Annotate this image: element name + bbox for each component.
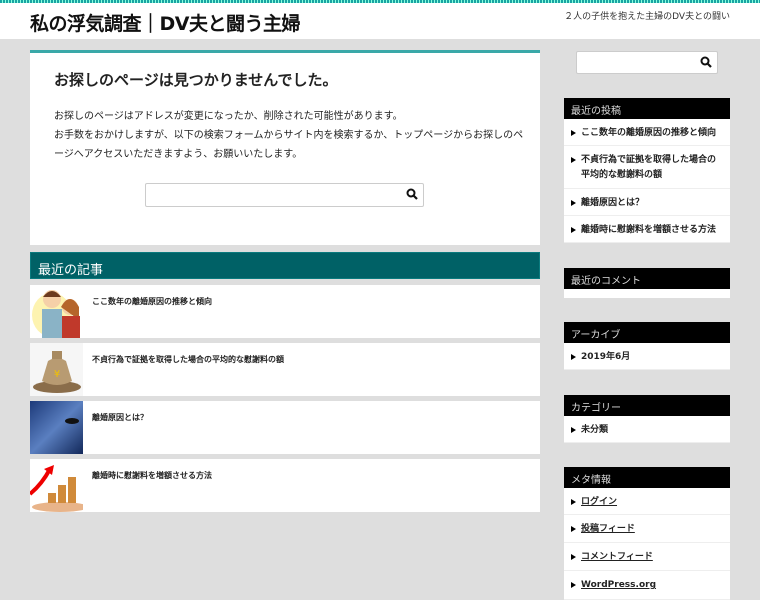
search-icon[interactable] (406, 188, 418, 200)
message-line: お探しのページはアドレスが変更になったか、削除された可能性があります。 (54, 111, 403, 122)
recent-post-link[interactable]: 離婚時に慰謝料を増額させる方法 (564, 216, 730, 243)
article-title[interactable]: 離婚原因とは？ (92, 412, 148, 423)
growth-chart-thumbnail (30, 459, 83, 512)
meta-link-login[interactable]: ログイン (564, 488, 730, 515)
link-text[interactable]: 投稿フィード (581, 524, 635, 534)
recent-articles-heading: 最近の記事 (30, 252, 540, 279)
link-text[interactable]: ここ数年の離婚原因の推移と傾向 (581, 128, 716, 138)
article-item[interactable]: 離婚原因とは？ (30, 401, 540, 454)
link-text[interactable]: 離婚原因とは？ (581, 198, 644, 208)
svg-text:¥: ¥ (54, 369, 60, 380)
recent-post-link[interactable]: ここ数年の離婚原因の推移と傾向 (564, 119, 730, 146)
message-line: お手数をおかけしますが、以下の検索フォームからサイト内を検索するか、トップページ… (54, 130, 524, 160)
sidebar-search-input[interactable] (576, 51, 718, 74)
main-search-input[interactable] (145, 183, 424, 207)
meta-link-entries-feed[interactable]: 投稿フィード (564, 515, 730, 543)
archive-link[interactable]: 2019年6月 (564, 343, 730, 370)
meta-link-wordpress[interactable]: WordPress.org (564, 571, 730, 600)
link-text[interactable]: 離婚時に慰謝料を増額させる方法 (581, 225, 716, 235)
link-text[interactable]: 不貞行為で証拠を取得した場合の平均的な慰謝料の額 (581, 155, 716, 180)
widget-heading-recent-posts: 最近の投稿 (564, 98, 730, 119)
widget-heading-archive: アーカイブ (564, 322, 730, 343)
money-bag-thumbnail: ¥ (30, 343, 83, 396)
category-link[interactable]: 未分類 (564, 416, 730, 443)
site-title[interactable]: 私の浮気調査｜DV夫と闘う主婦 (30, 9, 300, 36)
site-tagline: ２人の子供を抱えた主婦のDV夫との闘い (564, 12, 730, 22)
recent-comments-body (564, 289, 730, 298)
site-header: 私の浮気調査｜DV夫と闘う主婦 ２人の子供を抱えた主婦のDV夫との闘い (0, 3, 760, 39)
link-text[interactable]: 2019年6月 (581, 352, 630, 362)
meta-link-comments-feed[interactable]: コメントフィード (564, 543, 730, 571)
not-found-panel: お探しのページは見つかりませんでした。 お探しのページはアドレスが変更になったか… (30, 50, 540, 245)
link-text[interactable]: 未分類 (581, 425, 608, 435)
ring-thumbnail (30, 401, 83, 454)
recent-post-link[interactable]: 不貞行為で証拠を取得した場合の平均的な慰謝料の額 (564, 146, 730, 189)
page-title: お探しのページは見つかりませんでした。 (54, 71, 338, 89)
widget-heading-recent-comments: 最近のコメント (564, 268, 730, 289)
link-text[interactable]: WordPress.org (581, 580, 656, 590)
article-item[interactable]: ¥ 不貞行為で証拠を取得した場合の平均的な慰謝料の額 (30, 343, 540, 396)
not-found-message: お探しのページはアドレスが変更になったか、削除された可能性があります。お手数をお… (54, 107, 524, 164)
article-title[interactable]: 離婚時に慰謝料を増額させる方法 (92, 470, 212, 481)
article-title[interactable]: 不貞行為で証拠を取得した場合の平均的な慰謝料の額 (92, 354, 284, 365)
article-item[interactable]: ここ数年の離婚原因の推移と傾向 (30, 285, 540, 338)
article-title[interactable]: ここ数年の離婚原因の推移と傾向 (92, 296, 212, 307)
widget-heading-categories: カテゴリー (564, 395, 730, 416)
widget-heading-meta: メタ情報 (564, 467, 730, 488)
recent-post-link[interactable]: 離婚原因とは？ (564, 189, 730, 216)
link-text[interactable]: コメントフィード (581, 552, 653, 562)
search-icon[interactable] (700, 56, 712, 68)
couple-thumbnail (30, 285, 83, 338)
link-text[interactable]: ログイン (581, 497, 617, 507)
article-item[interactable]: 離婚時に慰謝料を増額させる方法 (30, 459, 540, 512)
